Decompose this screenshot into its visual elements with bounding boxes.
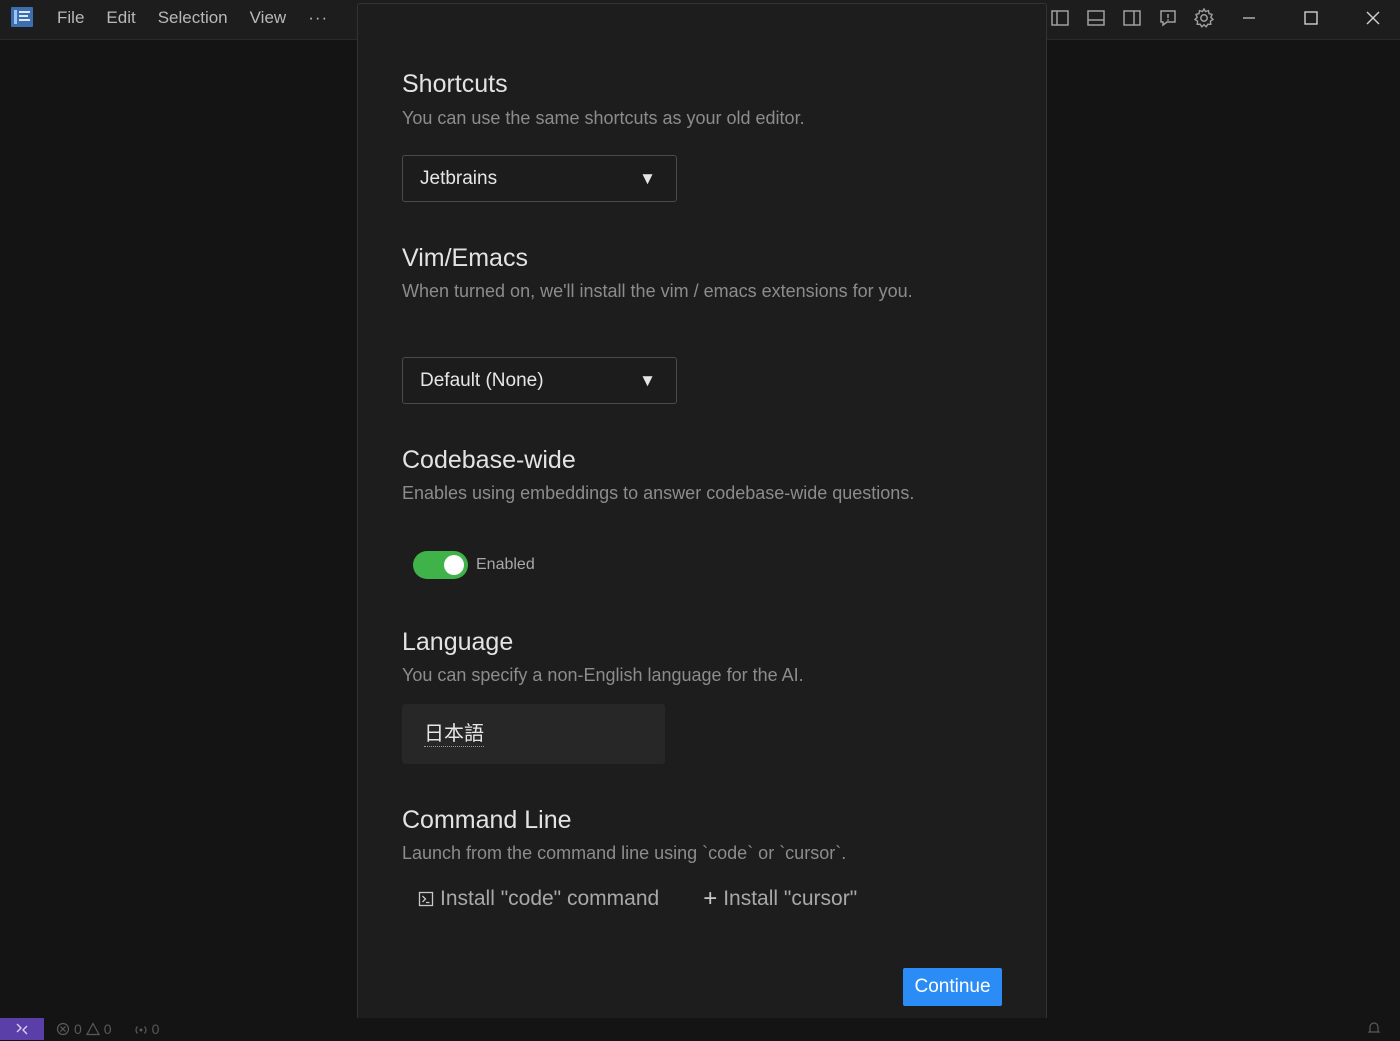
toggle-secondary-sidebar-icon[interactable] <box>1114 0 1150 36</box>
ports-icon <box>135 1026 147 1034</box>
problems-indicator[interactable]: 0 0 0 <box>56 1021 159 1037</box>
install-code-command-label: Install "code" command <box>440 887 660 910</box>
layout-controls <box>1042 0 1222 36</box>
toggle-knob <box>444 555 464 575</box>
menu-file[interactable]: File <box>46 8 95 28</box>
language-input-value: 日本語 <box>424 722 484 747</box>
menu-view[interactable]: View <box>239 8 298 28</box>
minimize-icon[interactable] <box>1218 0 1280 36</box>
remote-indicator[interactable] <box>0 1018 44 1040</box>
shortcuts-title: Shortcuts <box>402 70 508 98</box>
install-cursor-command-button[interactable]: + Install "cursor" <box>703 887 857 911</box>
menu-bar: File Edit Selection View ··· <box>46 0 339 36</box>
codebase-description: Enables using embeddings to answer codeb… <box>402 483 915 503</box>
language-description: You can specify a non-English language f… <box>402 665 804 685</box>
remote-icon <box>16 1023 28 1035</box>
continue-button[interactable]: Continue <box>903 968 1002 1006</box>
maximize-icon[interactable] <box>1280 0 1342 36</box>
shortcuts-description: You can use the same shortcuts as your o… <box>402 108 805 128</box>
codebase-title: Codebase-wide <box>402 446 576 474</box>
error-count: 0 <box>74 1021 82 1037</box>
codebase-toggle-label: Enabled <box>476 556 535 573</box>
toggle-primary-sidebar-icon[interactable] <box>1042 0 1078 36</box>
codebase-toggle[interactable] <box>413 551 468 579</box>
install-code-command-button[interactable]: Install "code" command <box>418 887 659 911</box>
feedback-icon[interactable] <box>1150 0 1186 36</box>
notifications-bell-icon[interactable] <box>1366 1020 1382 1041</box>
error-icon <box>56 1022 70 1036</box>
language-input[interactable]: 日本語 <box>402 704 665 764</box>
plus-icon: + <box>703 885 718 912</box>
command-line-title: Command Line <box>402 806 572 834</box>
gear-icon[interactable] <box>1186 0 1222 36</box>
install-cursor-command-label: Install "cursor" <box>723 887 858 910</box>
command-line-description: Launch from the command line using `code… <box>402 843 847 863</box>
settings-dialog: Shortcuts You can use the same shortcuts… <box>357 3 1047 1039</box>
dropdown-arrow-icon: ▼ <box>639 371 656 390</box>
terminal-icon <box>418 891 434 907</box>
command-line-actions: Install "code" command + Install "cursor… <box>418 887 857 911</box>
menu-selection[interactable]: Selection <box>147 8 239 28</box>
dropdown-arrow-icon: ▼ <box>639 169 656 188</box>
vim-emacs-select-value: Default (None) <box>420 369 544 391</box>
app-logo-icon <box>11 7 33 27</box>
toggle-panel-icon[interactable] <box>1078 0 1114 36</box>
codebase-toggle-row: Enabled <box>413 551 535 579</box>
vim-emacs-description: When turned on, we'll install the vim / … <box>402 281 913 301</box>
vim-emacs-select[interactable]: Default (None) ▼ <box>402 357 677 404</box>
shortcuts-select-value: Jetbrains <box>420 167 498 189</box>
window-controls <box>1218 0 1400 36</box>
status-bar: 0 0 0 <box>0 1018 1400 1040</box>
warning-icon <box>85 1022 100 1036</box>
ports-count: 0 <box>151 1021 160 1037</box>
menu-more-icon[interactable]: ··· <box>297 8 339 28</box>
menu-edit[interactable]: Edit <box>95 8 146 28</box>
warning-count: 0 <box>103 1021 112 1037</box>
shortcuts-select[interactable]: Jetbrains ▼ <box>402 155 677 202</box>
language-title: Language <box>402 628 514 656</box>
close-icon[interactable] <box>1342 0 1400 36</box>
vim-emacs-title: Vim/Emacs <box>402 244 528 272</box>
